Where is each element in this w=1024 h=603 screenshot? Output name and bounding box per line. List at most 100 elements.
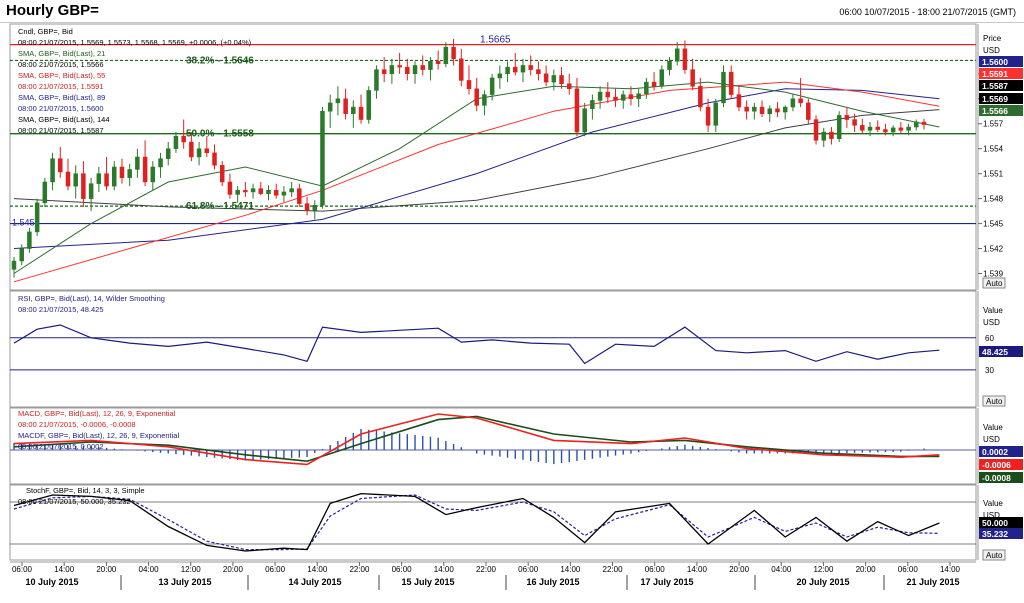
candle-body	[266, 190, 271, 194]
candle-body	[204, 148, 210, 154]
rsi-legend-1: 08:00 21/07/2015, 48.425	[18, 305, 104, 314]
candle-body	[489, 77, 495, 95]
rsi-panel-frame	[9, 290, 977, 408]
candle-body	[127, 169, 132, 179]
candle-body	[482, 94, 487, 106]
fib-38-label: 38.2% - 1.5646	[186, 55, 254, 66]
candle-body	[574, 88, 580, 133]
candle-body	[636, 93, 641, 99]
chart-window: Hourly GBP= 06:00 10/07/2015 - 18:00 21/…	[0, 0, 1024, 603]
candle-body	[428, 61, 433, 70]
rsi-legend-0: RSI, GBP=, Bid(Last), 14, Wilder Smoothi…	[18, 294, 165, 303]
price-legend-1: 08:00 21/07/2015, 1.5569, 1.5573, 1.5568…	[18, 38, 252, 47]
candle-body	[158, 158, 163, 168]
price-tick-label: 1.554	[983, 145, 1004, 154]
candle-body	[243, 190, 248, 193]
candle-body	[759, 106, 765, 114]
candle-body	[405, 66, 410, 75]
day-label: 13 July 2015	[158, 577, 211, 587]
x-tick-label: 12:00	[813, 565, 834, 574]
resistance-label: 1.5665	[480, 35, 511, 46]
macd-legend-2: MACDF, GBP=, Bid(Last), 12, 26, 9, Expon…	[18, 431, 179, 440]
candle-body	[466, 80, 472, 90]
candle-body	[674, 48, 680, 62]
candle-body	[219, 165, 225, 183]
fib-50-label: 50.0% - 1.5558	[186, 129, 254, 140]
candle-body	[165, 148, 171, 159]
stoch-axis-title: Value	[983, 499, 1003, 508]
candle-body	[381, 69, 387, 75]
candle-body	[96, 173, 102, 184]
candle-body	[605, 91, 611, 98]
price-legend-3: 08:00 21/07/2015, 1.5566	[18, 60, 104, 69]
fib-61-label: 61.8% - 1.5471	[186, 201, 254, 212]
candle-body	[196, 148, 202, 158]
macd-legend-3: 08:00 21/07/2015, 0.0002	[18, 442, 104, 451]
candle-body	[258, 188, 264, 194]
candle-body	[412, 65, 418, 75]
candle-body	[520, 65, 526, 73]
candle-body	[590, 100, 595, 109]
candle-body	[443, 46, 449, 65]
candle-body	[513, 66, 518, 73]
candle-body	[27, 231, 32, 249]
x-tick-label: 06:00	[645, 565, 666, 574]
rsi-badge: 48.425	[982, 347, 1008, 357]
macd-legend-0: MACD, GBP=, Bid(Last), 12, 26, 9, Expone…	[18, 409, 176, 418]
candle-body	[119, 166, 125, 179]
candle-body	[728, 71, 734, 95]
x-tick-label: 14:00	[54, 565, 75, 574]
day-label: 10 July 2015	[25, 577, 78, 587]
candle-body	[327, 102, 333, 112]
rsi-axis-title: Value	[983, 306, 1003, 315]
x-tick-label: 04:00	[771, 565, 792, 574]
candle-body	[767, 108, 773, 114]
candle-body	[628, 94, 634, 99]
price-panel-frame	[9, 23, 977, 291]
candle-body	[34, 202, 40, 233]
chart-canvas[interactable]: 1.5665 38.2% - 1.5646 50.0% - 1.5558 61.8% …	[0, 0, 1024, 603]
x-tick-label: 06:00	[265, 565, 286, 574]
candle-body	[752, 106, 757, 112]
x-tick-label: 20:00	[856, 565, 877, 574]
candle-body	[906, 126, 911, 131]
candle-body	[505, 66, 510, 75]
candle-body	[227, 181, 233, 195]
candle-body	[567, 83, 572, 90]
candle-body	[790, 98, 796, 108]
x-tick-label: 14:00	[687, 565, 708, 574]
candle-body	[474, 88, 479, 106]
x-tick-label: 06:00	[12, 565, 33, 574]
candle-body	[844, 115, 850, 120]
candle-body	[782, 106, 788, 113]
candle-body	[705, 106, 711, 126]
candle-body	[597, 91, 603, 101]
candle-body	[821, 131, 826, 141]
candle-body	[281, 191, 287, 196]
candle-body	[11, 260, 17, 270]
x-tick-label: 14:00	[307, 565, 328, 574]
stoch-legend-1: 08:00 21/07/2015, 50.000, 35.232	[18, 497, 131, 506]
price-badge: 1.5587	[982, 81, 1008, 91]
candle-body	[543, 73, 549, 83]
price-tick-label: 1.545	[983, 220, 1004, 229]
candle-body	[374, 69, 379, 91]
candle-body	[335, 98, 341, 104]
candle-body	[798, 98, 803, 104]
candle-body	[528, 65, 533, 70]
candle-body	[582, 108, 587, 133]
x-tick-label: 22:00	[349, 565, 370, 574]
candle-body	[698, 86, 703, 108]
candle-body	[651, 81, 657, 87]
candle-body	[189, 141, 194, 158]
candle-body	[883, 129, 888, 133]
candle-body	[836, 115, 842, 139]
macd-axis-title: Value	[983, 423, 1003, 432]
x-tick-label: 12:00	[181, 565, 202, 574]
price-tick-label: 1.548	[983, 195, 1004, 204]
price-legend-0: Cndl, GBP=, Bid	[18, 27, 73, 36]
candle-body	[890, 127, 896, 133]
candle-body	[497, 73, 503, 79]
stoch-panel-frame	[9, 484, 977, 561]
day-label: 14 July 2015	[288, 577, 341, 587]
